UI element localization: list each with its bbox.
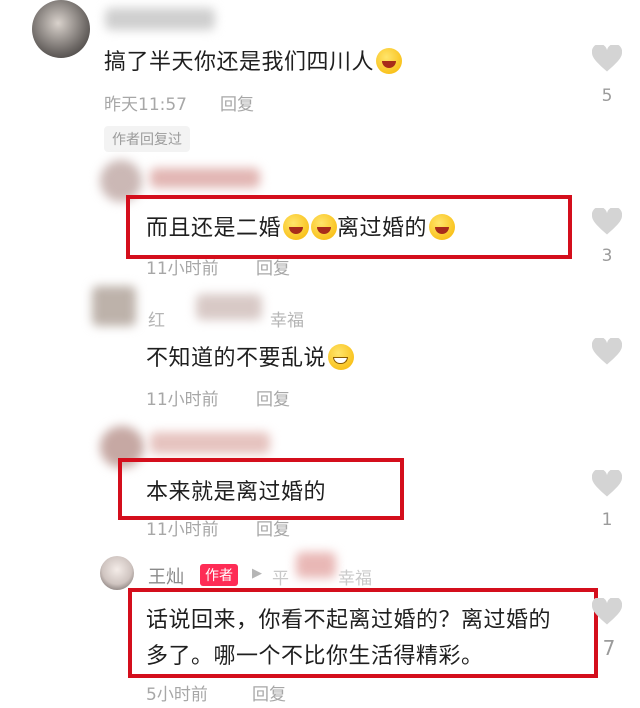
laugh-cry-emoji [429, 214, 456, 240]
avatar[interactable] [100, 556, 134, 590]
play-arrow-icon: ▶ [252, 566, 262, 581]
laugh-cry-emoji [283, 214, 310, 240]
avatar[interactable] [32, 0, 90, 58]
grin-emoji [328, 344, 355, 370]
comment-time: 5小时前 [146, 685, 208, 705]
comment-text-body: 而且还是二婚 [146, 216, 282, 241]
comment-time: 11小时前 [146, 259, 219, 279]
heart-icon[interactable] [592, 470, 622, 498]
username-blurred[interactable] [105, 8, 215, 30]
comment-text-body: 搞了半天你还是我们四川人 [104, 50, 375, 75]
author-replied-tag: 作者回复过 [104, 126, 190, 152]
reply-button[interactable]: 回复 [256, 385, 290, 410]
like-count: 5 [601, 86, 613, 106]
avatar[interactable] [92, 286, 136, 326]
comment-text: 不知道的不要乱说 [146, 340, 355, 372]
comment-time: 11小时前 [146, 520, 219, 540]
reply-button[interactable]: 回复 [256, 515, 290, 540]
heart-icon[interactable] [592, 598, 622, 626]
author-name[interactable]: 王灿 [148, 563, 184, 589]
comment-text: 搞了半天你还是我们四川人 [104, 44, 403, 76]
username-blurred[interactable] [150, 168, 260, 188]
reply-target-blurred[interactable] [296, 552, 336, 578]
laugh-cry-emoji [376, 48, 403, 74]
username-blurred[interactable] [150, 432, 270, 454]
reply-target-fragment[interactable]: 平 [272, 564, 289, 589]
comment-text: 而且还是二婚 离过婚的 [146, 210, 456, 242]
comment-time: 11小时前 [146, 390, 219, 410]
username-blurred[interactable] [196, 294, 262, 320]
heart-icon[interactable] [592, 45, 622, 73]
reply-target-fragment[interactable]: 幸福 [338, 564, 372, 589]
author-badge: 作者 [200, 564, 238, 586]
reply-button[interactable]: 回复 [220, 90, 254, 115]
comment-text-line2: 多了。哪一个不比你生活得精彩。 [146, 644, 484, 669]
like-count: 3 [601, 246, 613, 266]
like-count: 7 [602, 636, 616, 660]
heart-icon[interactable] [592, 208, 622, 236]
username-fragment[interactable]: 幸福 [270, 306, 304, 331]
like-count: 1 [601, 510, 613, 530]
laugh-cry-emoji [311, 214, 338, 240]
comment-text-tail: 离过婚的 [337, 216, 428, 241]
reply-button[interactable]: 回复 [252, 680, 286, 705]
comment-text-line1: 话说回来，你看不起离过婚的？离过婚的 [146, 608, 552, 633]
comment-text-body: 不知道的不要乱说 [146, 346, 327, 371]
username-fragment[interactable]: 红 [148, 306, 165, 331]
reply-button[interactable]: 回复 [256, 254, 290, 279]
comment-time: 昨天11:57 [104, 95, 187, 115]
comment-text: 本来就是离过婚的 [146, 480, 327, 505]
heart-icon[interactable] [592, 338, 622, 366]
